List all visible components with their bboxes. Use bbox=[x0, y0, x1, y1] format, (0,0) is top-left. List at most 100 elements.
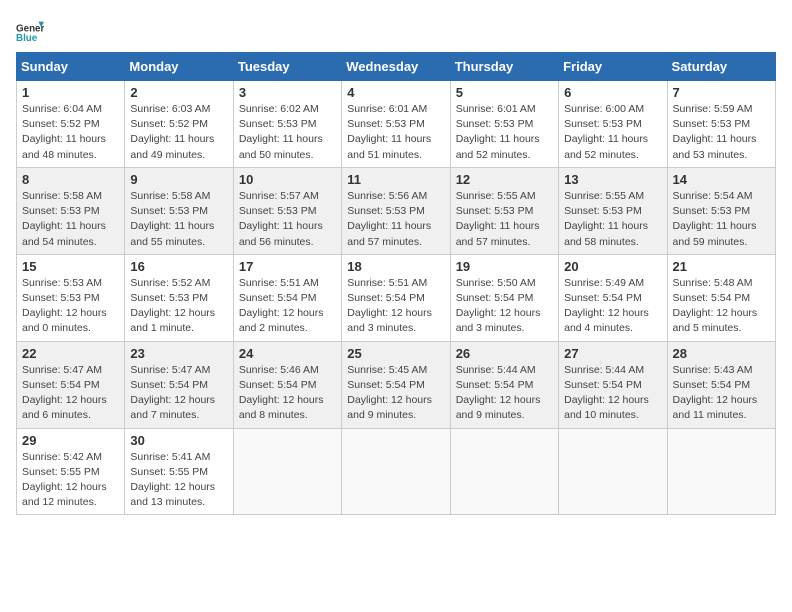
day-number: 13 bbox=[564, 172, 661, 187]
day-info: Sunrise: 6:03 AMSunset: 5:52 PMDaylight:… bbox=[130, 102, 227, 163]
calendar-week-4: 22 Sunrise: 5:47 AMSunset: 5:54 PMDaylig… bbox=[17, 341, 776, 428]
day-cell-26: 26 Sunrise: 5:44 AMSunset: 5:54 PMDaylig… bbox=[450, 341, 558, 428]
day-info: Sunrise: 5:56 AMSunset: 5:53 PMDaylight:… bbox=[347, 189, 444, 250]
day-cell-12: 12 Sunrise: 5:55 AMSunset: 5:53 PMDaylig… bbox=[450, 167, 558, 254]
day-info: Sunrise: 5:44 AMSunset: 5:54 PMDaylight:… bbox=[456, 363, 553, 424]
day-number: 29 bbox=[22, 433, 119, 448]
day-cell-1: 1 Sunrise: 6:04 AMSunset: 5:52 PMDayligh… bbox=[17, 81, 125, 168]
day-number: 30 bbox=[130, 433, 227, 448]
day-cell-15: 15 Sunrise: 5:53 AMSunset: 5:53 PMDaylig… bbox=[17, 254, 125, 341]
day-info: Sunrise: 5:43 AMSunset: 5:54 PMDaylight:… bbox=[673, 363, 770, 424]
day-number: 20 bbox=[564, 259, 661, 274]
day-info: Sunrise: 5:44 AMSunset: 5:54 PMDaylight:… bbox=[564, 363, 661, 424]
empty-cell bbox=[450, 428, 558, 515]
day-number: 18 bbox=[347, 259, 444, 274]
header-day-monday: Monday bbox=[125, 53, 233, 81]
day-info: Sunrise: 5:47 AMSunset: 5:54 PMDaylight:… bbox=[130, 363, 227, 424]
header-day-tuesday: Tuesday bbox=[233, 53, 341, 81]
day-cell-10: 10 Sunrise: 5:57 AMSunset: 5:53 PMDaylig… bbox=[233, 167, 341, 254]
header-day-thursday: Thursday bbox=[450, 53, 558, 81]
day-number: 16 bbox=[130, 259, 227, 274]
day-number: 23 bbox=[130, 346, 227, 361]
day-cell-7: 7 Sunrise: 5:59 AMSunset: 5:53 PMDayligh… bbox=[667, 81, 775, 168]
day-cell-3: 3 Sunrise: 6:02 AMSunset: 5:53 PMDayligh… bbox=[233, 81, 341, 168]
day-number: 14 bbox=[673, 172, 770, 187]
day-number: 1 bbox=[22, 85, 119, 100]
day-cell-28: 28 Sunrise: 5:43 AMSunset: 5:54 PMDaylig… bbox=[667, 341, 775, 428]
day-info: Sunrise: 5:51 AMSunset: 5:54 PMDaylight:… bbox=[347, 276, 444, 337]
day-cell-22: 22 Sunrise: 5:47 AMSunset: 5:54 PMDaylig… bbox=[17, 341, 125, 428]
day-cell-30: 30 Sunrise: 5:41 AMSunset: 5:55 PMDaylig… bbox=[125, 428, 233, 515]
day-cell-20: 20 Sunrise: 5:49 AMSunset: 5:54 PMDaylig… bbox=[559, 254, 667, 341]
day-info: Sunrise: 5:49 AMSunset: 5:54 PMDaylight:… bbox=[564, 276, 661, 337]
calendar-header: SundayMondayTuesdayWednesdayThursdayFrid… bbox=[17, 53, 776, 81]
calendar-table: SundayMondayTuesdayWednesdayThursdayFrid… bbox=[16, 52, 776, 515]
day-info: Sunrise: 5:41 AMSunset: 5:55 PMDaylight:… bbox=[130, 450, 227, 511]
logo: General Blue bbox=[16, 16, 44, 44]
day-info: Sunrise: 5:42 AMSunset: 5:55 PMDaylight:… bbox=[22, 450, 119, 511]
day-info: Sunrise: 5:55 AMSunset: 5:53 PMDaylight:… bbox=[564, 189, 661, 250]
day-cell-18: 18 Sunrise: 5:51 AMSunset: 5:54 PMDaylig… bbox=[342, 254, 450, 341]
day-info: Sunrise: 5:55 AMSunset: 5:53 PMDaylight:… bbox=[456, 189, 553, 250]
day-cell-11: 11 Sunrise: 5:56 AMSunset: 5:53 PMDaylig… bbox=[342, 167, 450, 254]
day-cell-23: 23 Sunrise: 5:47 AMSunset: 5:54 PMDaylig… bbox=[125, 341, 233, 428]
day-cell-27: 27 Sunrise: 5:44 AMSunset: 5:54 PMDaylig… bbox=[559, 341, 667, 428]
day-cell-2: 2 Sunrise: 6:03 AMSunset: 5:52 PMDayligh… bbox=[125, 81, 233, 168]
day-cell-9: 9 Sunrise: 5:58 AMSunset: 5:53 PMDayligh… bbox=[125, 167, 233, 254]
day-number: 26 bbox=[456, 346, 553, 361]
day-cell-29: 29 Sunrise: 5:42 AMSunset: 5:55 PMDaylig… bbox=[17, 428, 125, 515]
day-number: 12 bbox=[456, 172, 553, 187]
header-day-sunday: Sunday bbox=[17, 53, 125, 81]
day-number: 25 bbox=[347, 346, 444, 361]
calendar-body: 1 Sunrise: 6:04 AMSunset: 5:52 PMDayligh… bbox=[17, 81, 776, 515]
empty-cell bbox=[559, 428, 667, 515]
day-cell-8: 8 Sunrise: 5:58 AMSunset: 5:53 PMDayligh… bbox=[17, 167, 125, 254]
day-cell-5: 5 Sunrise: 6:01 AMSunset: 5:53 PMDayligh… bbox=[450, 81, 558, 168]
day-info: Sunrise: 5:50 AMSunset: 5:54 PMDaylight:… bbox=[456, 276, 553, 337]
day-number: 6 bbox=[564, 85, 661, 100]
day-number: 3 bbox=[239, 85, 336, 100]
page-header: General Blue bbox=[16, 16, 776, 44]
calendar-week-2: 8 Sunrise: 5:58 AMSunset: 5:53 PMDayligh… bbox=[17, 167, 776, 254]
calendar-week-3: 15 Sunrise: 5:53 AMSunset: 5:53 PMDaylig… bbox=[17, 254, 776, 341]
logo-icon: General Blue bbox=[16, 16, 44, 44]
day-number: 19 bbox=[456, 259, 553, 274]
day-cell-19: 19 Sunrise: 5:50 AMSunset: 5:54 PMDaylig… bbox=[450, 254, 558, 341]
day-number: 4 bbox=[347, 85, 444, 100]
day-number: 15 bbox=[22, 259, 119, 274]
day-cell-24: 24 Sunrise: 5:46 AMSunset: 5:54 PMDaylig… bbox=[233, 341, 341, 428]
day-info: Sunrise: 6:00 AMSunset: 5:53 PMDaylight:… bbox=[564, 102, 661, 163]
header-day-friday: Friday bbox=[559, 53, 667, 81]
day-number: 27 bbox=[564, 346, 661, 361]
day-cell-6: 6 Sunrise: 6:00 AMSunset: 5:53 PMDayligh… bbox=[559, 81, 667, 168]
day-info: Sunrise: 5:52 AMSunset: 5:53 PMDaylight:… bbox=[130, 276, 227, 337]
day-cell-13: 13 Sunrise: 5:55 AMSunset: 5:53 PMDaylig… bbox=[559, 167, 667, 254]
calendar-week-1: 1 Sunrise: 6:04 AMSunset: 5:52 PMDayligh… bbox=[17, 81, 776, 168]
day-cell-17: 17 Sunrise: 5:51 AMSunset: 5:54 PMDaylig… bbox=[233, 254, 341, 341]
day-info: Sunrise: 6:01 AMSunset: 5:53 PMDaylight:… bbox=[456, 102, 553, 163]
day-info: Sunrise: 5:51 AMSunset: 5:54 PMDaylight:… bbox=[239, 276, 336, 337]
day-cell-21: 21 Sunrise: 5:48 AMSunset: 5:54 PMDaylig… bbox=[667, 254, 775, 341]
day-info: Sunrise: 5:57 AMSunset: 5:53 PMDaylight:… bbox=[239, 189, 336, 250]
day-info: Sunrise: 5:45 AMSunset: 5:54 PMDaylight:… bbox=[347, 363, 444, 424]
day-info: Sunrise: 5:58 AMSunset: 5:53 PMDaylight:… bbox=[22, 189, 119, 250]
day-info: Sunrise: 5:47 AMSunset: 5:54 PMDaylight:… bbox=[22, 363, 119, 424]
day-number: 10 bbox=[239, 172, 336, 187]
day-info: Sunrise: 6:01 AMSunset: 5:53 PMDaylight:… bbox=[347, 102, 444, 163]
empty-cell bbox=[233, 428, 341, 515]
day-number: 21 bbox=[673, 259, 770, 274]
day-info: Sunrise: 5:46 AMSunset: 5:54 PMDaylight:… bbox=[239, 363, 336, 424]
day-cell-25: 25 Sunrise: 5:45 AMSunset: 5:54 PMDaylig… bbox=[342, 341, 450, 428]
day-number: 28 bbox=[673, 346, 770, 361]
day-number: 2 bbox=[130, 85, 227, 100]
calendar-week-5: 29 Sunrise: 5:42 AMSunset: 5:55 PMDaylig… bbox=[17, 428, 776, 515]
svg-text:Blue: Blue bbox=[16, 33, 38, 44]
day-number: 7 bbox=[673, 85, 770, 100]
header-day-saturday: Saturday bbox=[667, 53, 775, 81]
empty-cell bbox=[342, 428, 450, 515]
day-number: 8 bbox=[22, 172, 119, 187]
day-number: 22 bbox=[22, 346, 119, 361]
day-cell-4: 4 Sunrise: 6:01 AMSunset: 5:53 PMDayligh… bbox=[342, 81, 450, 168]
header-row: SundayMondayTuesdayWednesdayThursdayFrid… bbox=[17, 53, 776, 81]
day-info: Sunrise: 6:04 AMSunset: 5:52 PMDaylight:… bbox=[22, 102, 119, 163]
